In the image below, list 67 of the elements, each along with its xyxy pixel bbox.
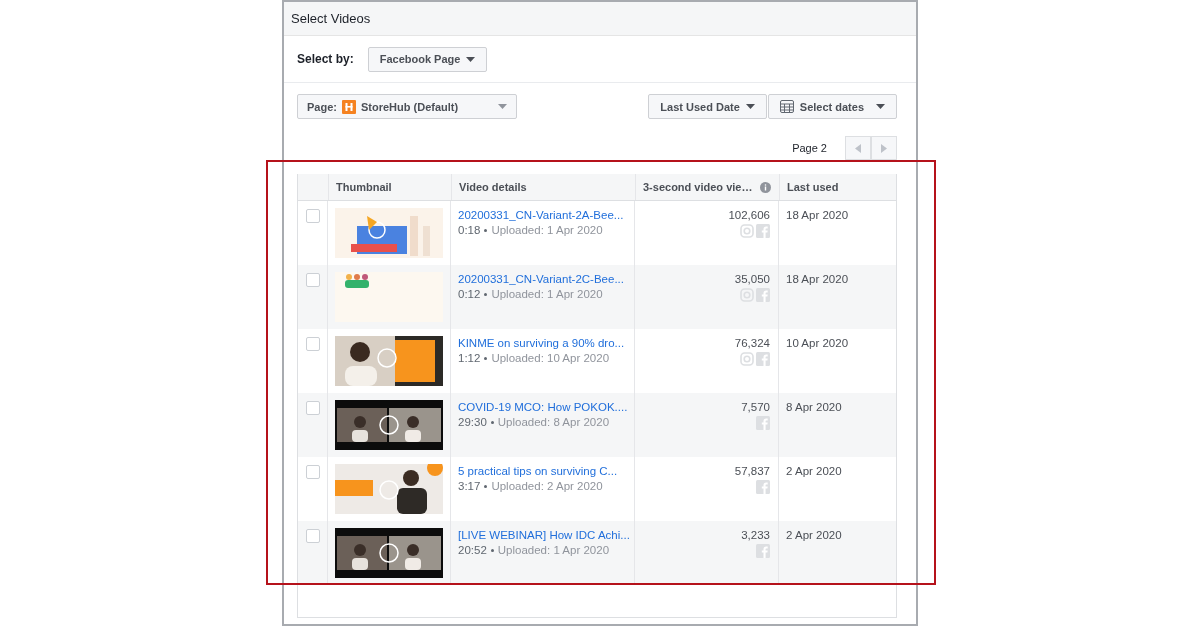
video-duration: 1:12 — [458, 352, 481, 364]
video-duration: 0:12 — [458, 288, 481, 300]
select-by-label: Select by: — [297, 52, 354, 66]
facebook-icon — [756, 352, 770, 366]
video-title-link[interactable]: 5 practical tips on surviving C... — [458, 465, 618, 477]
upload-date: Uploaded: 10 Apr 2020 — [491, 352, 610, 364]
dialog-title: Select Videos — [291, 11, 371, 26]
sort-dropdown[interactable]: Last Used Date — [648, 94, 767, 119]
upload-date: Uploaded: 8 Apr 2020 — [497, 416, 610, 428]
row-checkbox[interactable] — [305, 529, 320, 543]
page-indicator: Page 2 — [792, 142, 827, 154]
view-count: 102,606 — [728, 209, 770, 221]
page-dropdown[interactable]: Page: StoreHub (Default) — [297, 94, 517, 119]
instagram-icon — [740, 288, 754, 302]
caret-icon — [876, 104, 885, 109]
video-title-link[interactable]: [LIVE WEBINAR] How IDC Achi... — [458, 529, 630, 541]
select-by-dropdown[interactable]: Facebook Page — [367, 46, 488, 72]
right-triangle-icon — [881, 143, 887, 153]
row-checkbox[interactable] — [305, 337, 320, 351]
previous-page-button[interactable] — [845, 136, 871, 160]
row-checkbox[interactable] — [305, 273, 320, 287]
video-duration: 20:52 — [458, 544, 487, 556]
page-logo-icon — [341, 99, 356, 114]
video-duration: 3:17 — [458, 480, 481, 492]
column-header: Thumbnail — [336, 181, 392, 193]
video-title-link[interactable]: 20200331_CN-Variant-2C-Bee... — [458, 273, 624, 285]
last-used-date: 18 Apr 2020 — [786, 209, 849, 221]
facebook-icon — [756, 544, 770, 558]
column-header: 3-second video vie… — [643, 181, 753, 193]
next-page-button[interactable] — [871, 136, 897, 160]
row-checkbox[interactable] — [305, 465, 320, 479]
video-duration: 0:18 — [458, 224, 481, 236]
instagram-icon — [740, 352, 754, 366]
facebook-icon — [756, 480, 770, 494]
facebook-icon — [756, 288, 770, 302]
info-icon — [760, 181, 771, 193]
upload-date: Uploaded: 1 Apr 2020 — [491, 224, 603, 236]
last-used-date: 18 Apr 2020 — [786, 273, 849, 285]
column-header: Video details — [459, 181, 527, 193]
upload-date: Uploaded: 2 Apr 2020 — [491, 480, 603, 492]
video-title-link[interactable]: 20200331_CN-Variant-2A-Bee... — [458, 209, 624, 221]
row-checkbox[interactable] — [305, 209, 320, 223]
last-used-date: 2 Apr 2020 — [786, 529, 842, 541]
video-title-link[interactable]: KINME on surviving a 90% dro... — [458, 337, 625, 349]
facebook-icon — [756, 416, 770, 430]
caret-icon — [745, 104, 755, 109]
last-used-date: 8 Apr 2020 — [786, 401, 842, 413]
view-count: 3,233 — [741, 529, 770, 541]
view-count: 7,570 — [741, 401, 770, 413]
row-checkbox[interactable] — [305, 401, 320, 415]
view-count: 76,324 — [734, 337, 770, 349]
video-title-link[interactable]: COVID-19 MCO: How POKOK.... — [458, 401, 628, 413]
view-count: 35,050 — [734, 273, 770, 285]
calendar-icon — [779, 100, 794, 113]
column-header: Last used — [787, 181, 839, 193]
instagram-icon — [740, 224, 754, 238]
last-used-date: 10 Apr 2020 — [786, 337, 849, 349]
upload-date: Uploaded: 1 Apr 2020 — [497, 544, 610, 556]
caret-icon — [498, 104, 507, 109]
caret-icon — [466, 56, 476, 62]
last-used-date: 2 Apr 2020 — [786, 465, 842, 477]
video-duration: 29:30 — [458, 416, 487, 428]
left-triangle-icon — [855, 143, 861, 153]
upload-date: Uploaded: 1 Apr 2020 — [491, 288, 603, 300]
date-range-dropdown[interactable]: Select dates — [767, 94, 897, 119]
view-count: 57,837 — [734, 465, 770, 477]
facebook-icon — [756, 224, 770, 238]
